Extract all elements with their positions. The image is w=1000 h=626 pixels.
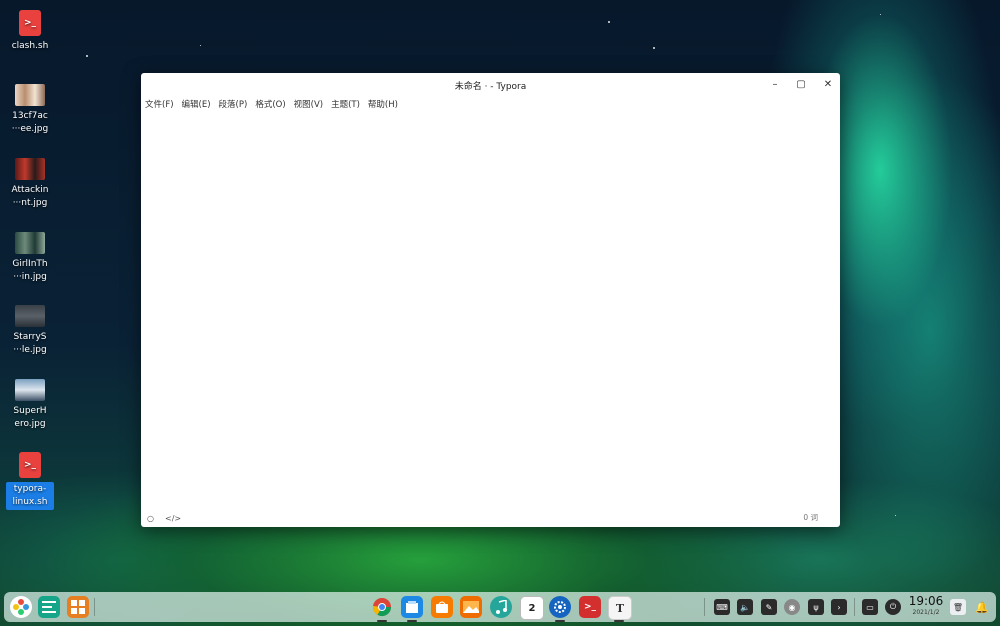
dock: 2 >_ T ⌨ 🔈 ✎ ◉ ψ › ▭ ⏻ 🗑 🔔	[4, 592, 996, 622]
fingerprint-icon[interactable]: ◉	[784, 599, 800, 615]
menu-help[interactable]: 帮助(H)	[368, 97, 398, 113]
clock-time[interactable]: 19:06	[906, 594, 946, 608]
desktop-icon-label: StarryS ···le.jpg	[13, 332, 47, 355]
script-icon: >_	[19, 10, 41, 36]
title-bar[interactable]: 未命名 · - Typora – ▢ ✕	[141, 73, 840, 97]
terminal-icon[interactable]: >_	[579, 596, 601, 618]
typora-icon[interactable]: T	[608, 596, 632, 620]
app-store-icon[interactable]	[431, 596, 453, 618]
star	[880, 14, 881, 15]
screen-icon[interactable]: ▭	[862, 599, 878, 615]
close-button[interactable]: ✕	[821, 78, 835, 92]
menu-bar: 文件(F) 编辑(E) 段落(P) 格式(O) 视图(V) 主题(T) 帮助(H…	[141, 97, 840, 113]
desktop-icon-superhero[interactable]: SuperH ero.jpg	[6, 379, 54, 431]
status-bar: ○ </> 0 词	[141, 509, 840, 527]
desktop-icon-label: SuperH ero.jpg	[13, 406, 47, 429]
image-thumbnail-icon	[15, 379, 45, 401]
image-viewer-icon[interactable]	[460, 596, 482, 618]
outline-toggle-icon[interactable]: ○	[147, 514, 154, 523]
menu-theme[interactable]: 主题(T)	[331, 97, 360, 113]
script-icon: >_	[19, 452, 41, 478]
running-indicator	[614, 620, 624, 622]
image-thumbnail-icon	[15, 305, 45, 327]
volume-icon[interactable]: 🔈	[737, 599, 753, 615]
menu-paragraph[interactable]: 段落(P)	[219, 97, 248, 113]
desktop-icon-13cf7ac[interactable]: 13cf7ac ···ee.jpg	[6, 84, 54, 136]
menu-view[interactable]: 视图(V)	[294, 97, 323, 113]
desktop-icon-label: 13cf7ac ···ee.jpg	[11, 111, 49, 134]
dock-separator	[94, 598, 95, 616]
trash-icon[interactable]: 🗑	[950, 599, 966, 615]
usb-icon[interactable]: ψ	[808, 599, 824, 615]
source-code-toggle-icon[interactable]: </>	[165, 514, 181, 523]
image-thumbnail-icon	[15, 84, 45, 106]
desktop-icon-girlinth[interactable]: GirlInTh ···in.jpg	[6, 232, 54, 284]
music-icon[interactable]	[490, 596, 512, 618]
star	[653, 47, 655, 49]
calendar-icon[interactable]: 2	[520, 596, 544, 620]
desktop-icon-label: Attackin ···nt.jpg	[11, 185, 49, 208]
settings-icon[interactable]	[549, 596, 571, 618]
launcher-icon[interactable]	[10, 596, 32, 618]
star	[200, 45, 201, 46]
menu-file[interactable]: 文件(F)	[145, 97, 174, 113]
running-indicator	[407, 620, 417, 622]
chrome-icon[interactable]	[371, 596, 393, 618]
notification-bell-icon[interactable]: 🔔	[974, 599, 990, 615]
workspace-icon[interactable]	[67, 596, 89, 618]
desktop-icon-clash[interactable]: >_ clash.sh	[6, 10, 54, 53]
pen-icon[interactable]: ✎	[761, 599, 777, 615]
dock-separator	[854, 598, 855, 616]
image-thumbnail-icon	[15, 158, 45, 180]
word-count[interactable]: 0 词	[803, 512, 818, 523]
running-indicator	[377, 620, 387, 622]
power-icon[interactable]: ⏻	[885, 599, 901, 615]
desktop-icon-label: clash.sh	[11, 41, 49, 51]
typora-window: 未命名 · - Typora – ▢ ✕ 文件(F) 编辑(E) 段落(P) 格…	[141, 73, 840, 527]
desktop-icon-starrys[interactable]: StarryS ···le.jpg	[6, 305, 54, 357]
star	[608, 21, 610, 23]
running-indicator	[555, 620, 565, 622]
minimize-button[interactable]: –	[768, 78, 782, 92]
desktop-icon-typora-linux[interactable]: >_ typora- linux.sh	[6, 452, 54, 510]
multitask-view-icon[interactable]	[38, 596, 60, 618]
star	[86, 55, 88, 57]
star	[895, 515, 896, 516]
window-title: 未命名 · - Typora	[454, 82, 527, 92]
menu-format[interactable]: 格式(O)	[255, 97, 285, 113]
dock-separator	[704, 598, 705, 616]
maximize-button[interactable]: ▢	[794, 78, 808, 92]
image-thumbnail-icon	[15, 232, 45, 254]
clock-date: 2021/1/2	[912, 609, 940, 616]
menu-edit[interactable]: 编辑(E)	[182, 97, 211, 113]
deepin-store-icon[interactable]	[401, 596, 423, 618]
keyboard-icon[interactable]: ⌨	[714, 599, 730, 615]
editor-area[interactable]	[141, 115, 840, 509]
desktop-icon-attackin[interactable]: Attackin ···nt.jpg	[6, 158, 54, 210]
chevron-right-icon[interactable]: ›	[831, 599, 847, 615]
desktop-icon-label: typora- linux.sh	[6, 482, 54, 510]
desktop-icon-label: GirlInTh ···in.jpg	[12, 259, 48, 282]
